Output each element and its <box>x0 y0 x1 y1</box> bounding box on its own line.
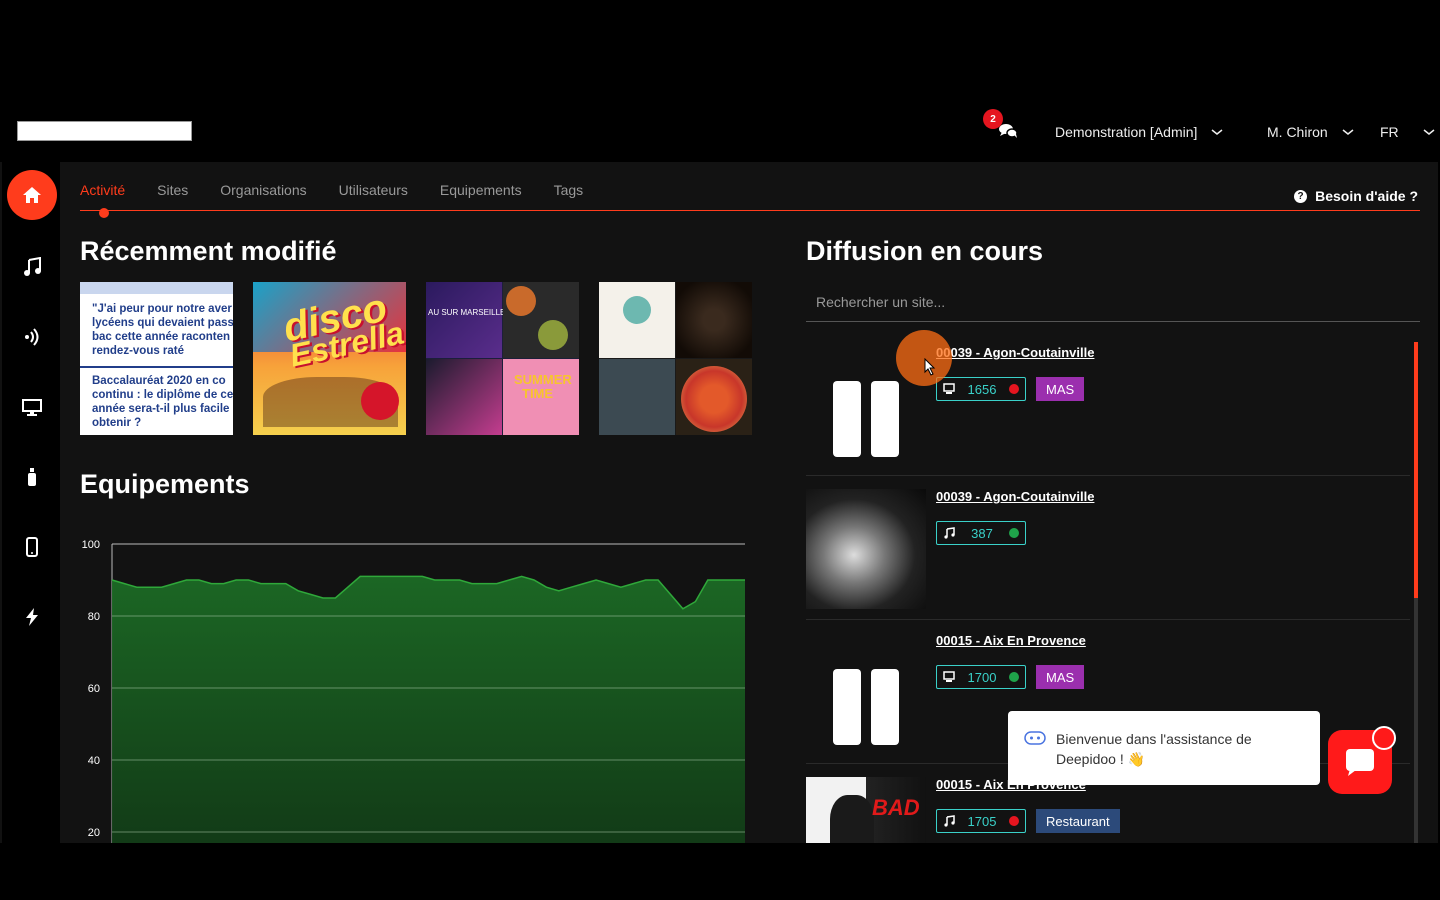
scrollbar-thumb[interactable] <box>1414 342 1418 598</box>
y-tick-label: 100 <box>82 539 100 551</box>
device-id: 1700 <box>967 669 997 685</box>
device-badge[interactable]: 387 <box>936 521 1026 545</box>
monitor-icon <box>943 383 955 394</box>
recent-thumbnail-restaurant[interactable] <box>599 282 752 435</box>
search-placeholder: Rechercher un site... <box>816 294 946 310</box>
tab-organisations[interactable]: Organisations <box>220 182 306 212</box>
logo[interactable] <box>17 121 192 141</box>
device-badge[interactable]: 1705 <box>936 809 1026 833</box>
device-badge[interactable]: 1656 <box>936 377 1026 401</box>
sidebar-item-broadcast[interactable] <box>2 312 62 362</box>
chevron-down-icon <box>1423 129 1435 135</box>
tab-sites[interactable]: Sites <box>157 182 188 212</box>
sidebar-item-music[interactable] <box>2 242 62 292</box>
pause-icon <box>833 381 899 457</box>
album-artwork: BAD <box>806 777 926 843</box>
chevron-down-icon <box>1342 129 1354 135</box>
user-dropdown[interactable]: M. Chiron <box>1267 124 1354 140</box>
mouse-pointer-icon <box>924 358 936 376</box>
pause-icon <box>833 669 899 745</box>
pause-artwork <box>806 633 926 753</box>
monitor-icon <box>943 671 955 682</box>
music-icon <box>944 527 955 539</box>
chevron-down-icon <box>1211 129 1223 135</box>
help-label: Besoin d'aide ? <box>1315 188 1418 204</box>
list-item[interactable]: 00039 - Agon-Coutainville 387 <box>806 476 1410 620</box>
album-artwork <box>806 489 926 609</box>
sidebar-item-home[interactable] <box>2 170 62 220</box>
tab-activity[interactable]: Activité <box>80 182 125 218</box>
lightning-icon <box>26 608 38 626</box>
music-icon <box>24 257 41 276</box>
chat-icon <box>1346 749 1374 776</box>
y-tick-label: 80 <box>88 611 100 623</box>
tab-bar: Activité Sites Organisations Utilisateur… <box>80 182 584 218</box>
y-tick-label: 40 <box>88 755 100 767</box>
device-id: 1656 <box>967 381 997 397</box>
tab-equipments[interactable]: Equipements <box>440 182 522 212</box>
recent-thumbnail-news[interactable]: "J'ai peur pour notre aver lycéens qui d… <box>80 282 233 435</box>
sidebar-item-mobile[interactable] <box>2 522 62 572</box>
equipments-chart: 20 40 60 80 100 <box>80 532 760 843</box>
sidebar-item-scent[interactable] <box>2 452 62 502</box>
equipments-chart-svg: 20 40 60 80 100 <box>82 539 745 843</box>
app-window: 2 Demonstration [Admin] M. Chiron FR Act… <box>0 102 1440 843</box>
home-icon <box>23 187 41 203</box>
y-tick-label: 60 <box>88 683 100 695</box>
recent-thumbnail-disco[interactable]: disco Estrella <box>253 282 406 435</box>
tab-underline <box>80 210 1420 211</box>
status-dot <box>1009 528 1019 538</box>
phone-icon <box>26 537 38 557</box>
messages-button[interactable]: 2 <box>983 109 1022 144</box>
status-dot <box>1009 816 1019 826</box>
chat-notification-dot <box>1372 726 1396 750</box>
device-id: 1705 <box>967 813 997 829</box>
tag-badge: MAS <box>1036 665 1085 689</box>
y-tick-label: 20 <box>88 827 100 839</box>
bot-icon <box>1024 731 1046 745</box>
site-link[interactable]: 00039 - Agon-Coutainville <box>936 345 1094 360</box>
tab-tags[interactable]: Tags <box>554 182 584 212</box>
question-icon: ? <box>1294 189 1308 203</box>
top-bar: 2 Demonstration [Admin] M. Chiron FR <box>0 102 1440 162</box>
diffusion-title: Diffusion en cours <box>806 236 1044 266</box>
help-button[interactable]: ? Besoin d'aide ? <box>1294 188 1418 204</box>
monitor-icon <box>22 399 42 416</box>
sidebar-item-energy[interactable] <box>2 592 62 642</box>
status-dot <box>1009 384 1019 394</box>
sidebar <box>0 162 60 843</box>
bottle-icon <box>28 468 36 486</box>
language-dropdown[interactable]: FR <box>1380 124 1435 140</box>
equipments-title: Equipements <box>80 469 250 499</box>
sidebar-item-screens[interactable] <box>2 382 62 432</box>
site-link[interactable]: 00015 - Aix En Provence <box>936 633 1086 648</box>
music-icon <box>944 815 955 827</box>
broadcast-icon <box>25 328 39 346</box>
site-search-input[interactable]: Rechercher un site... <box>806 290 1420 322</box>
assistant-welcome-popup[interactable]: Bienvenue dans l'assistance de Deepidoo … <box>1008 711 1320 785</box>
tag-badge: Restaurant <box>1036 809 1120 833</box>
language-label: FR <box>1380 124 1399 140</box>
tab-users[interactable]: Utilisateurs <box>339 182 408 212</box>
recent-thumbnail-marseille[interactable]: AU SUR MARSEILLE ! SUMMER TIME <box>426 282 579 435</box>
user-label: M. Chiron <box>1267 124 1328 140</box>
device-id: 387 <box>971 525 993 541</box>
recent-title: Récemment modifié <box>80 236 337 266</box>
device-badge[interactable]: 1700 <box>936 665 1026 689</box>
notification-badge: 2 <box>983 109 1003 129</box>
tag-badge: MAS <box>1036 377 1085 401</box>
status-dot <box>1009 672 1019 682</box>
assistant-welcome-text: Bienvenue dans l'assistance de Deepidoo … <box>1056 731 1252 767</box>
recent-thumbnails: "J'ai peur pour notre aver lycéens qui d… <box>80 282 752 435</box>
account-dropdown[interactable]: Demonstration [Admin] <box>1055 124 1223 140</box>
site-link[interactable]: 00039 - Agon-Coutainville <box>936 489 1094 504</box>
account-label: Demonstration [Admin] <box>1055 124 1198 140</box>
